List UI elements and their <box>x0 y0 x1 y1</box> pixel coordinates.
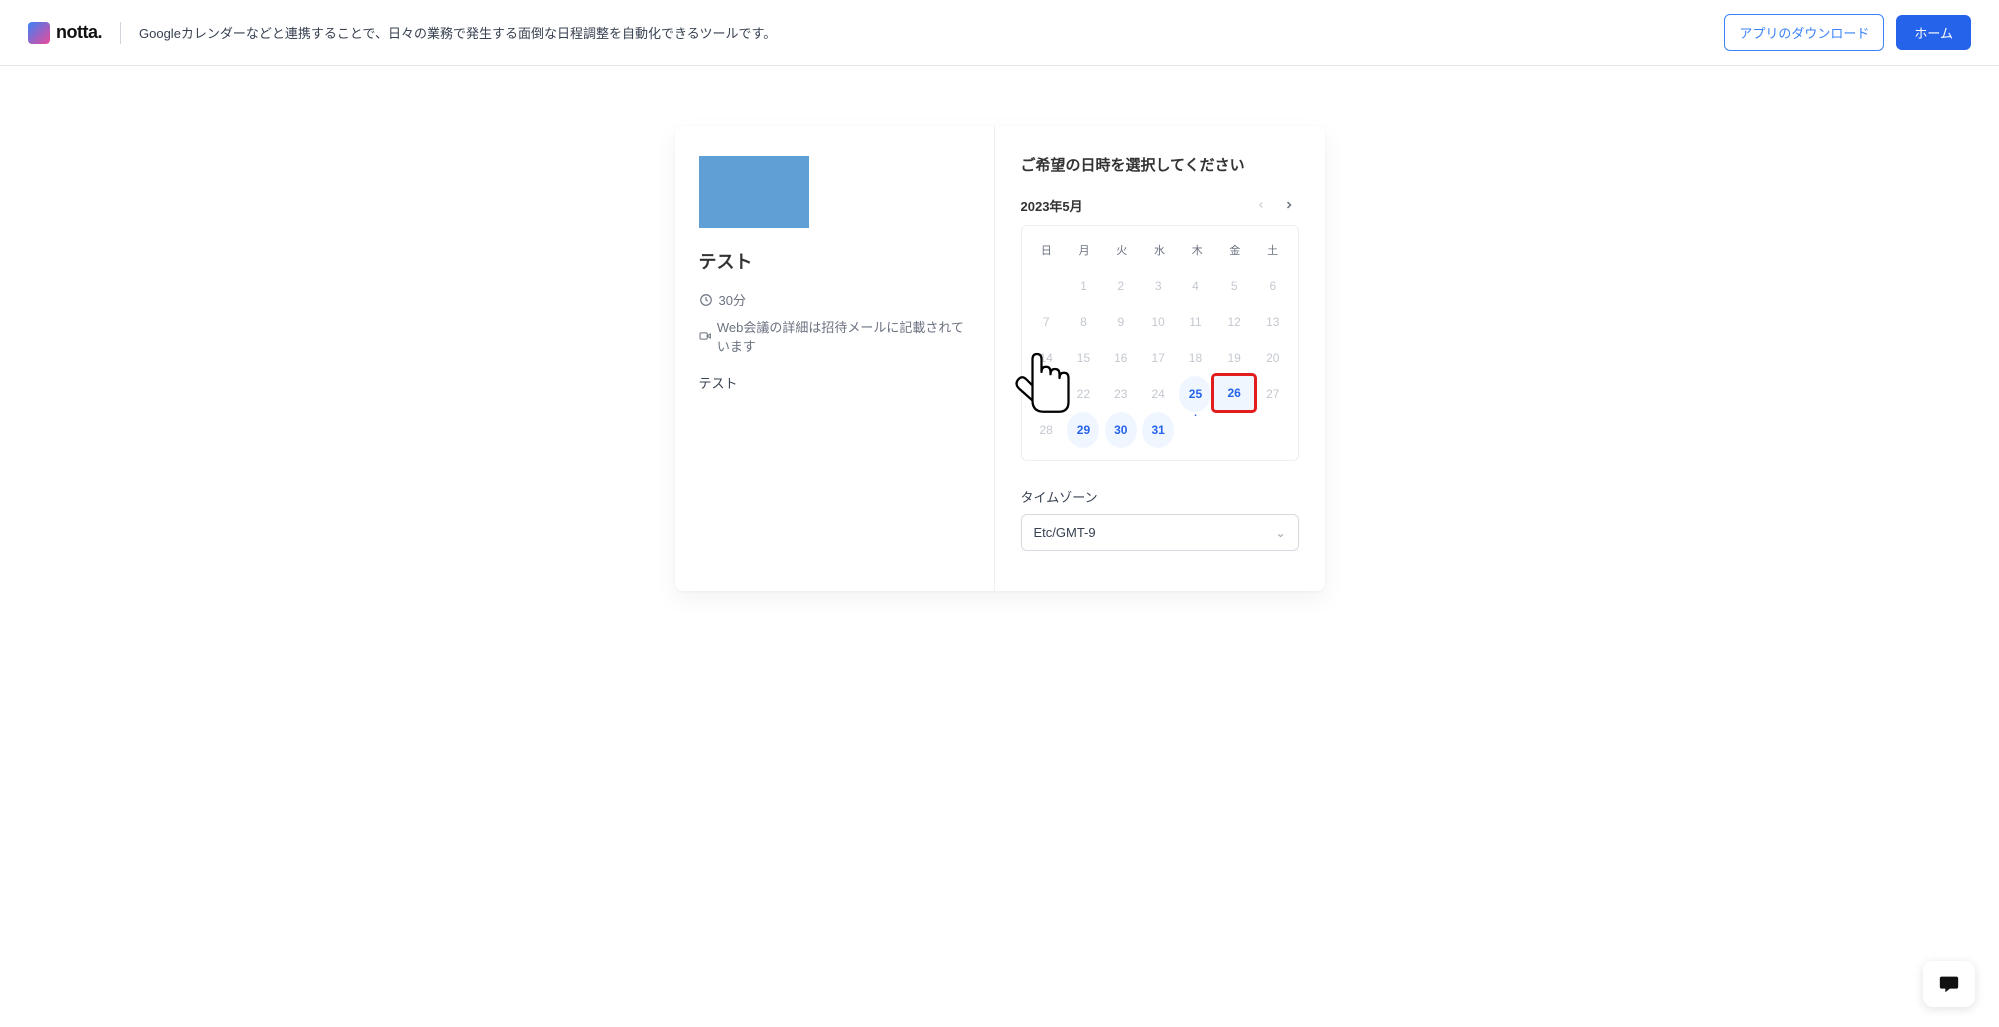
calendar-header: 2023年5月 <box>1021 195 1299 215</box>
calendar-day-19: 19 <box>1218 340 1250 376</box>
calendar-day-3: 3 <box>1142 268 1174 304</box>
calendar-day-25[interactable]: 25 <box>1179 376 1211 412</box>
clock-icon <box>699 293 713 307</box>
calendar-month-label: 2023年5月 <box>1021 196 1083 215</box>
duration-text: 30分 <box>719 290 746 309</box>
calendar-day-27: 27 <box>1257 376 1289 412</box>
calendar-day-empty <box>1257 412 1289 448</box>
calendar-day-31[interactable]: 31 <box>1142 412 1174 448</box>
picker-heading: ご希望の日時を選択してください <box>1021 154 1299 175</box>
booking-card: テスト 30分 Web会議の詳細は招待メールに記載されています テスト ご希望の… <box>675 126 1325 591</box>
calendar-day-15: 15 <box>1067 340 1099 376</box>
calendar-dow: 日 <box>1028 236 1066 268</box>
datetime-picker-panel: ご希望の日時を選択してください 2023年5月 日月火水木金土 12345678… <box>995 126 1325 591</box>
event-title: テスト <box>699 248 970 274</box>
calendar-day-26[interactable]: 26 <box>1214 376 1254 410</box>
video-icon <box>699 329 711 343</box>
chat-icon <box>1937 973 1961 995</box>
calendar-dow: 水 <box>1141 236 1179 268</box>
calendar-day-8: 8 <box>1067 304 1099 340</box>
event-description: テスト <box>699 373 970 392</box>
calendar-day-2: 2 <box>1105 268 1137 304</box>
calendar-day-29[interactable]: 29 <box>1067 412 1099 448</box>
calendar-day-14: 14 <box>1030 340 1062 376</box>
calendar-day-empty <box>1179 412 1211 448</box>
calendar-day-9: 9 <box>1105 304 1137 340</box>
calendar-day-24: 24 <box>1142 376 1174 412</box>
calendar-day-21: 21 <box>1030 376 1062 412</box>
location-text: Web会議の詳細は招待メールに記載されています <box>717 317 970 355</box>
event-thumbnail <box>699 156 809 228</box>
calendar-dow: 金 <box>1216 236 1254 268</box>
calendar-days-grid: 1234567891011121314151617181920212223242… <box>1028 268 1292 448</box>
logo-icon <box>28 22 50 44</box>
calendar-day-4: 4 <box>1179 268 1211 304</box>
chevron-right-icon <box>1283 199 1295 211</box>
calendar-day-1: 1 <box>1067 268 1099 304</box>
calendar-day-30[interactable]: 30 <box>1105 412 1137 448</box>
home-button[interactable]: ホーム <box>1896 15 1971 50</box>
calendar-dow-row: 日月火水木金土 <box>1028 236 1292 268</box>
calendar-day-23: 23 <box>1105 376 1137 412</box>
calendar-day-empty <box>1218 412 1250 448</box>
calendar-day-7: 7 <box>1030 304 1062 340</box>
calendar-day-20: 20 <box>1257 340 1289 376</box>
chevron-left-icon <box>1256 200 1266 210</box>
calendar-dow: 土 <box>1254 236 1292 268</box>
chevron-down-icon: ⌄ <box>1275 526 1285 540</box>
calendar-day-12: 12 <box>1218 304 1250 340</box>
download-app-button[interactable]: アプリのダウンロード <box>1724 14 1884 51</box>
next-month-button[interactable] <box>1279 195 1299 215</box>
calendar-dow: 火 <box>1103 236 1141 268</box>
brand-logo[interactable]: notta. <box>28 22 102 44</box>
calendar-day-22: 22 <box>1067 376 1099 412</box>
event-duration-row: 30分 <box>699 290 970 309</box>
header-description: Googleカレンダーなどと連携することで、日々の業務で発生する面倒な日程調整を… <box>139 23 776 42</box>
calendar-box: 日月火水木金土 12345678910111213141516171819202… <box>1021 225 1299 461</box>
calendar-day-5: 5 <box>1218 268 1250 304</box>
event-info-panel: テスト 30分 Web会議の詳細は招待メールに記載されています テスト <box>675 126 995 591</box>
brand-name: notta. <box>56 22 102 43</box>
header-right: アプリのダウンロード ホーム <box>1724 14 1971 51</box>
prev-month-button <box>1251 195 1271 215</box>
main-content: テスト 30分 Web会議の詳細は招待メールに記載されています テスト ご希望の… <box>0 66 1999 591</box>
calendar-day-28: 28 <box>1030 412 1062 448</box>
timezone-select[interactable]: Etc/GMT-9 ⌄ <box>1021 514 1299 551</box>
calendar-day-13: 13 <box>1257 304 1289 340</box>
calendar-day-10: 10 <box>1142 304 1174 340</box>
calendar-day-11: 11 <box>1179 304 1211 340</box>
header-divider <box>120 22 121 44</box>
calendar-dow: 木 <box>1178 236 1216 268</box>
calendar-nav <box>1251 195 1299 215</box>
calendar-dow: 月 <box>1065 236 1103 268</box>
header-left: notta. Googleカレンダーなどと連携することで、日々の業務で発生する面… <box>28 22 776 44</box>
event-location-row: Web会議の詳細は招待メールに記載されています <box>699 317 970 355</box>
calendar-day-16: 16 <box>1105 340 1137 376</box>
app-header: notta. Googleカレンダーなどと連携することで、日々の業務で発生する面… <box>0 0 1999 66</box>
chat-support-button[interactable] <box>1923 961 1975 1007</box>
calendar-day-18: 18 <box>1179 340 1211 376</box>
timezone-value: Etc/GMT-9 <box>1034 525 1096 540</box>
calendar-day-17: 17 <box>1142 340 1174 376</box>
timezone-label: タイムゾーン <box>1021 487 1299 506</box>
calendar-day-empty <box>1030 268 1062 304</box>
calendar-day-6: 6 <box>1257 268 1289 304</box>
